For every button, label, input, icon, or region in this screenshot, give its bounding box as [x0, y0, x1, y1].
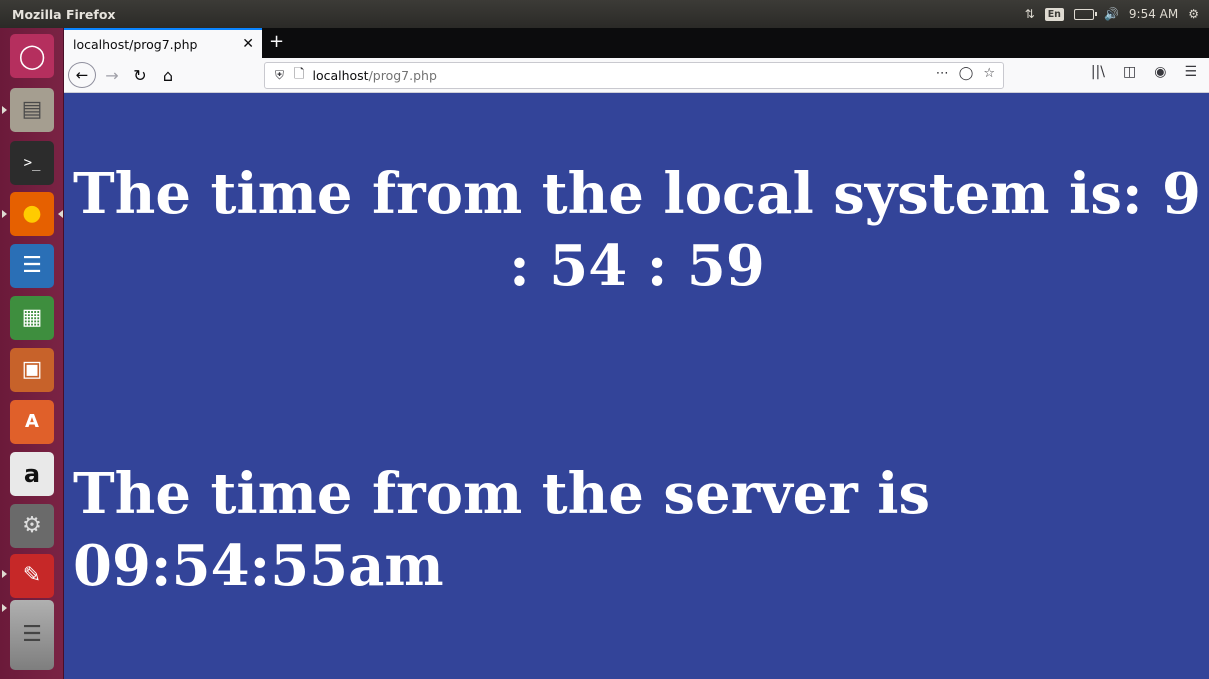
document-viewer-launcher[interactable]: ✎ — [10, 554, 54, 598]
url-path: /prog7.php — [368, 68, 437, 83]
files-launcher[interactable]: ▤ — [10, 88, 54, 132]
back-arrow-icon[interactable]: ← — [68, 62, 96, 88]
writer-launcher[interactable]: ☰ — [10, 244, 54, 288]
dash-icon: ◯ — [18, 42, 46, 70]
tab-title: localhost/prog7.php — [73, 36, 198, 52]
system-settings-icon: ⚙ — [22, 513, 42, 538]
account-icon[interactable]: ◉ — [1154, 64, 1166, 80]
page-info-icon[interactable]: 🗋 — [294, 65, 304, 87]
reload-icon[interactable]: ↻ — [130, 64, 150, 86]
tab-close-icon[interactable]: ✕ — [242, 36, 254, 52]
server-time-heading: The time from the server is 09:54:55am — [73, 461, 931, 599]
home-icon[interactable]: ⌂ — [158, 64, 178, 86]
navigation-bar: ← → ↻ ⌂ ⛨ 🗋 localhost/prog7.php ⋯ ◯ ☆ ||… — [64, 58, 1209, 93]
running-indicator — [2, 210, 7, 218]
amazon-icon: a — [23, 460, 41, 488]
workspace-switcher-launcher[interactable]: ☰ — [10, 600, 54, 670]
running-indicator — [2, 604, 7, 612]
terminal-launcher[interactable]: >_ — [10, 141, 54, 185]
software-center-launcher[interactable]: A — [10, 400, 54, 444]
keyboard-language-indicator[interactable]: En — [1044, 7, 1064, 21]
document-viewer-icon: ✎ — [22, 563, 42, 588]
power-settings-icon[interactable]: ⚙ — [1188, 7, 1199, 21]
network-icon[interactable]: ⇅ — [1025, 7, 1035, 21]
files-icon: ▤ — [21, 97, 43, 122]
calc-icon: ▦ — [21, 305, 43, 330]
terminal-icon: >_ — [23, 155, 41, 171]
active-indicator — [58, 210, 63, 218]
library-icon[interactable]: ||\ — [1091, 64, 1105, 80]
menu-icon[interactable]: ☰ — [1184, 64, 1197, 80]
volume-icon[interactable]: 🔊 — [1104, 7, 1119, 21]
pocket-icon[interactable]: ◯ — [959, 66, 974, 81]
writer-icon: ☰ — [22, 253, 42, 278]
launcher: ◯ ▤ >_ ● ☰ ▦ ▣ A a ⚙ ✎ ☰ — [0, 28, 64, 679]
firefox-launcher[interactable]: ● — [10, 192, 54, 236]
impress-icon: ▣ — [21, 357, 43, 382]
url-bar[interactable]: ⛨ 🗋 localhost/prog7.php ⋯ ◯ ☆ — [264, 62, 1004, 89]
running-indicator — [2, 570, 7, 578]
clock[interactable]: 9:54 AM — [1129, 7, 1178, 21]
running-indicator — [2, 106, 7, 114]
top-panel: Mozilla Firefox ⇅ En 🔊 9:54 AM ⚙ — [0, 0, 1209, 28]
url-host: localhost — [312, 68, 369, 83]
shield-icon[interactable]: ⛨ — [275, 68, 284, 83]
firefox-icon: ● — [22, 201, 42, 226]
amazon-launcher[interactable]: a — [10, 452, 54, 496]
url-actions: ⋯ ◯ ☆ — [936, 66, 995, 81]
local-time-heading: The time from the local system is: 9 : 5… — [73, 161, 1201, 299]
software-center-icon: A — [25, 411, 39, 432]
sidebar-icon[interactable]: ◫ — [1123, 64, 1136, 80]
tab-bar: localhost/prog7.php ✕ + — [64, 28, 1209, 58]
url-text[interactable]: localhost/prog7.php — [312, 68, 436, 83]
system-tray: ⇅ En 🔊 9:54 AM ⚙ — [1025, 0, 1199, 28]
tab-prog7[interactable]: localhost/prog7.php ✕ — [64, 28, 262, 58]
bookmark-star-icon[interactable]: ☆ — [983, 66, 995, 81]
workspace-switcher-icon: ☰ — [22, 622, 42, 647]
new-tab-icon[interactable]: + — [269, 31, 284, 52]
forward-arrow-icon[interactable]: → — [102, 64, 122, 86]
window-title: Mozilla Firefox — [12, 6, 116, 22]
toolbar-right: ||\ ◫ ◉ ☰ — [1091, 64, 1209, 80]
page-actions-icon[interactable]: ⋯ — [936, 66, 949, 81]
page-content: The time from the local system is: 9 : 5… — [64, 93, 1209, 679]
dash-button[interactable]: ◯ — [10, 34, 54, 78]
calc-launcher[interactable]: ▦ — [10, 296, 54, 340]
battery-icon[interactable] — [1073, 8, 1097, 20]
system-settings-launcher[interactable]: ⚙ — [10, 504, 54, 548]
impress-launcher[interactable]: ▣ — [10, 348, 54, 392]
